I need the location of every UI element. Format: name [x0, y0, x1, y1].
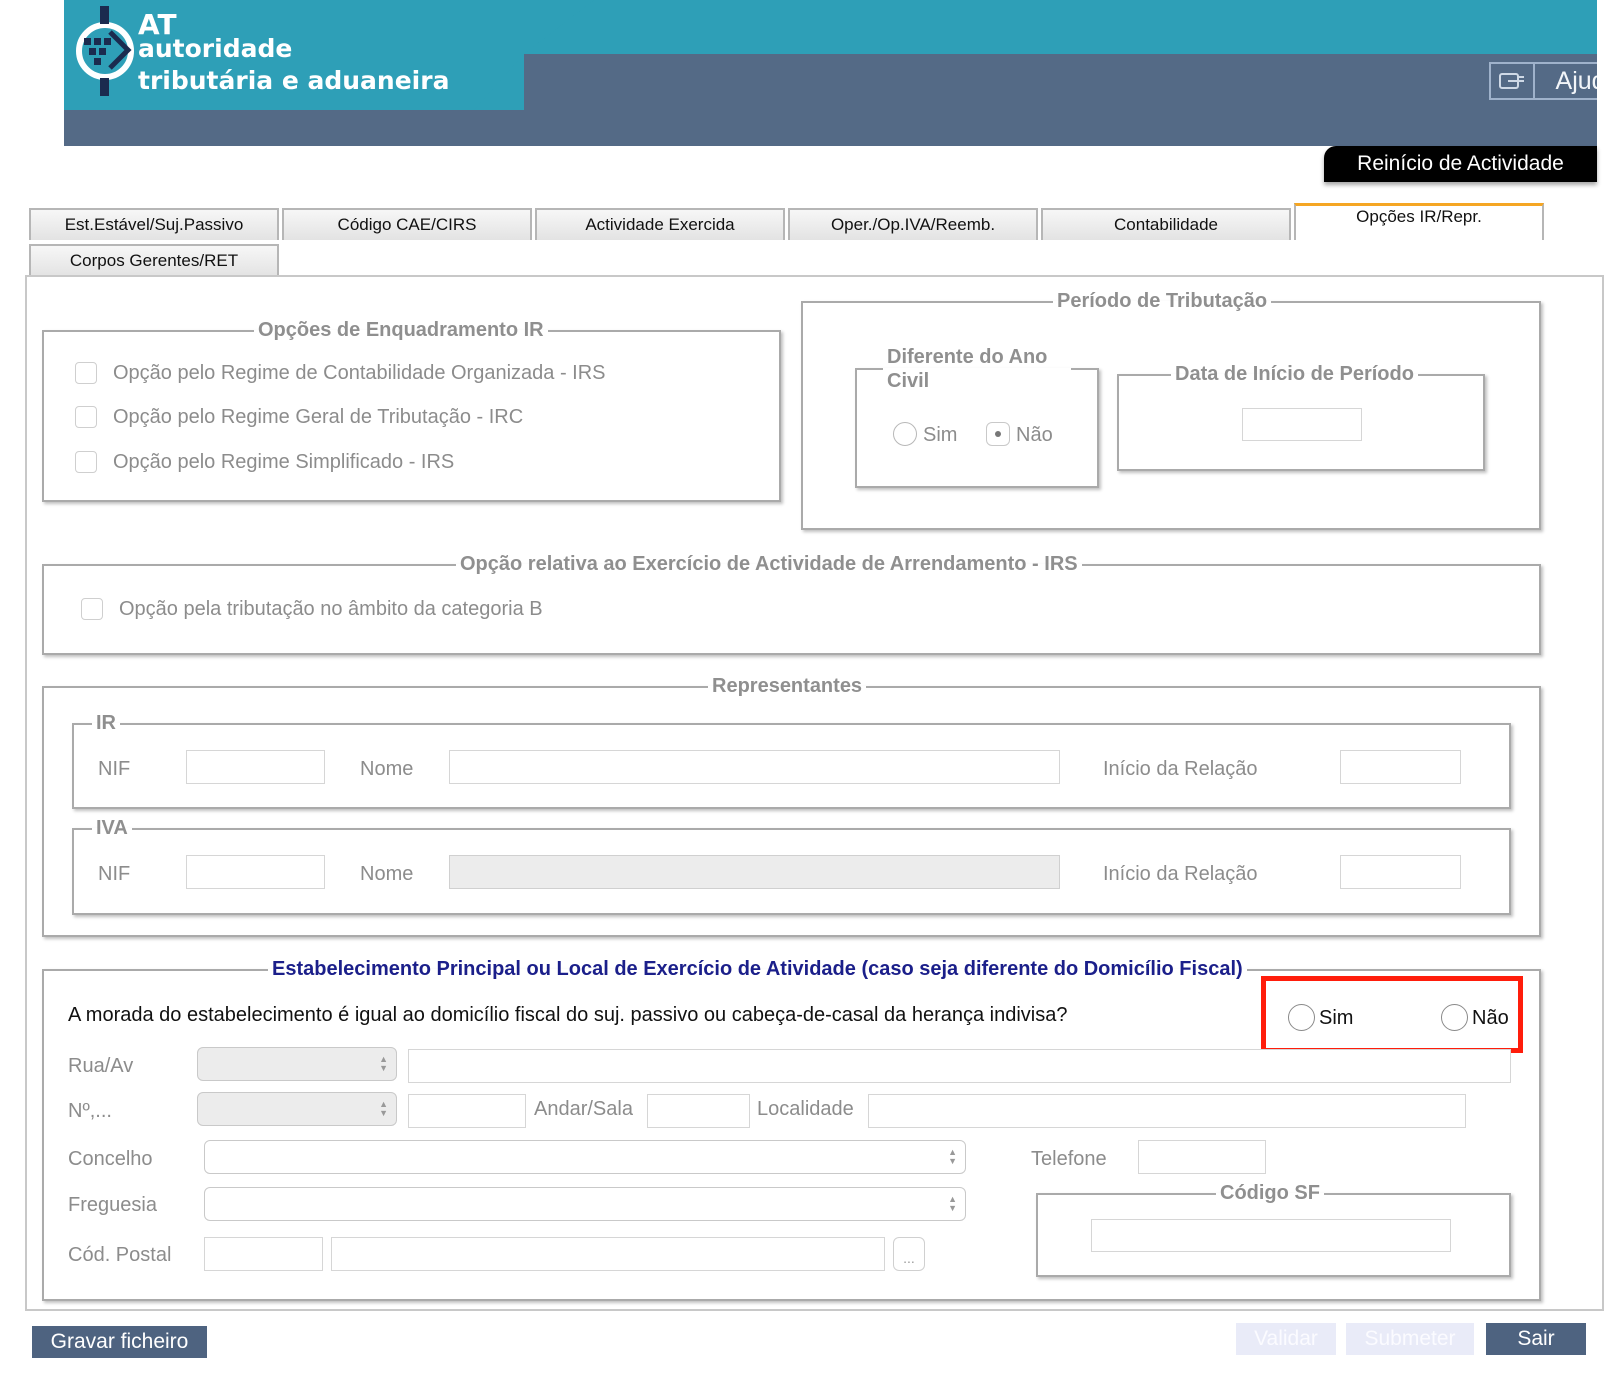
periodo-tributacao-legend: Período de Tributação: [1057, 290, 1268, 312]
brand-line-1: autoridade: [138, 34, 293, 63]
concelho-select[interactable]: ▲ ▼: [204, 1140, 966, 1174]
select-arrows-icon: ▲ ▼: [948, 1194, 957, 1213]
label-contabilidade-organizada: Opção pelo Regime de Contabilidade Organ…: [113, 362, 606, 384]
tab-est-estavel[interactable]: Est.Estável/Suj.Passivo: [29, 208, 279, 240]
tab-contabilidade[interactable]: Contabilidade: [1041, 208, 1291, 240]
submeter-button[interactable]: Submeter: [1346, 1323, 1474, 1355]
ir-nome-input[interactable]: [449, 750, 1060, 784]
telefone-input[interactable]: [1138, 1140, 1266, 1174]
select-arrows-icon: ▲ ▼: [379, 1099, 388, 1118]
label-rua: Rua/Av: [68, 1055, 134, 1077]
data-inicio-periodo-input[interactable]: [1242, 408, 1362, 441]
label-ir-inicio-relacao: Início da Relação: [1103, 758, 1258, 780]
codigo-sf-input[interactable]: [1091, 1219, 1451, 1252]
representantes-legend: Representantes: [712, 675, 863, 697]
brand-line-2: tributária e aduaneira: [138, 66, 450, 95]
ir-nif-input[interactable]: [186, 750, 325, 784]
tab-corpos-gerentes[interactable]: Corpos Gerentes/RET: [29, 244, 279, 276]
at-logo-icon: [76, 6, 134, 96]
label-iva-nome: Nome: [360, 863, 414, 885]
highlight-annotation: [1261, 976, 1523, 1053]
sair-button[interactable]: Sair: [1486, 1323, 1586, 1355]
label-localidade: Localidade: [757, 1098, 854, 1120]
numero-input[interactable]: [408, 1094, 526, 1128]
checkbox-contabilidade-organizada[interactable]: [75, 362, 97, 384]
header-teal-band: [64, 0, 1597, 54]
iva-inicio-relacao-input[interactable]: [1340, 855, 1461, 889]
label-regime-simplificado: Opção pelo Regime Simplificado - IRS: [113, 451, 455, 473]
help-label: Ajuda: [1555, 66, 1597, 95]
cod-postal-input-1[interactable]: [204, 1237, 323, 1271]
diferente-ano-civil-legend: Diferente do Ano Civil: [887, 346, 1048, 392]
rua-input[interactable]: [408, 1049, 1511, 1083]
codigo-sf-legend: Código SF: [1220, 1182, 1320, 1204]
label-iva-inicio-relacao: Início da Relação: [1103, 863, 1258, 885]
validar-button[interactable]: Validar: [1236, 1323, 1336, 1355]
andar-sala-input[interactable]: [647, 1094, 750, 1128]
label-freguesia: Freguesia: [68, 1194, 157, 1216]
checkbox-regime-geral[interactable]: [75, 406, 97, 428]
tab-codigo-cae[interactable]: Código CAE/CIRS: [282, 208, 532, 240]
opcoes-enquadramento-legend: Opções de Enquadramento IR: [258, 319, 544, 341]
rua-tipo-select[interactable]: ▲ ▼: [197, 1047, 397, 1081]
diferente-ano-civil-group: Diferente do Ano Civil: [855, 345, 1099, 488]
label-regime-geral: Opção pelo Regime Geral de Tributação - …: [113, 406, 524, 428]
radio-periodo-sim[interactable]: [893, 422, 917, 446]
label-concelho: Concelho: [68, 1148, 153, 1170]
label-iva-nif: NIF: [98, 863, 131, 885]
tab-oper-iva[interactable]: Oper./Op.IVA/Reemb.: [788, 208, 1038, 240]
radio-periodo-nao[interactable]: [986, 422, 1010, 446]
checkbox-regime-simplificado[interactable]: [75, 451, 97, 473]
label-categoria-b: Opção pela tributação no âmbito da categ…: [119, 598, 543, 620]
morada-question: A morada do estabelecimento é igual ao d…: [68, 1004, 1068, 1026]
freguesia-select[interactable]: ▲ ▼: [204, 1187, 966, 1221]
help-pointer-icon: [1491, 64, 1535, 98]
cod-postal-input-2[interactable]: [331, 1237, 885, 1271]
localidade-input[interactable]: [868, 1094, 1466, 1128]
label-andar-sala: Andar/Sala: [534, 1098, 633, 1120]
tab-opcoes-ir-repr[interactable]: Opções IR/Repr.: [1294, 203, 1544, 240]
select-arrows-icon: ▲ ▼: [379, 1054, 388, 1073]
label-cod-postal: Cód. Postal: [68, 1244, 172, 1266]
ir-inicio-relacao-input[interactable]: [1340, 750, 1461, 784]
label-periodo-nao: Não: [1016, 424, 1053, 446]
section-title-badge: Reinício de Actividade: [1324, 146, 1597, 182]
numero-tipo-select[interactable]: ▲ ▼: [197, 1092, 397, 1126]
label-ir-nome: Nome: [360, 758, 414, 780]
arrendamento-legend: Opção relativa ao Exercício de Actividad…: [460, 553, 1078, 575]
header-diagonal: [474, 0, 594, 110]
checkbox-categoria-b[interactable]: [81, 598, 103, 620]
app-header: AT autoridade tributária e aduaneira Aju…: [64, 0, 1597, 146]
iva-nif-input[interactable]: [186, 855, 325, 889]
estabelecimento-legend: Estabelecimento Principal ou Local de Ex…: [272, 958, 1243, 980]
iva-nome-input[interactable]: [449, 855, 1060, 889]
tab-actividade-exercida[interactable]: Actividade Exercida: [535, 208, 785, 240]
representante-ir-legend: IR: [96, 712, 116, 734]
cod-postal-lookup-button[interactable]: ...: [893, 1237, 925, 1271]
data-inicio-periodo-legend: Data de Início de Período: [1175, 363, 1414, 385]
help-button[interactable]: Ajuda: [1489, 62, 1597, 100]
representante-iva-legend: IVA: [96, 817, 128, 839]
label-periodo-sim: Sim: [923, 424, 958, 446]
label-telefone: Telefone: [1031, 1148, 1107, 1170]
label-ir-nif: NIF: [98, 758, 131, 780]
label-numero: Nº,...: [68, 1100, 112, 1122]
gravar-ficheiro-button[interactable]: Gravar ficheiro: [32, 1326, 207, 1358]
select-arrows-icon: ▲ ▼: [948, 1147, 957, 1166]
